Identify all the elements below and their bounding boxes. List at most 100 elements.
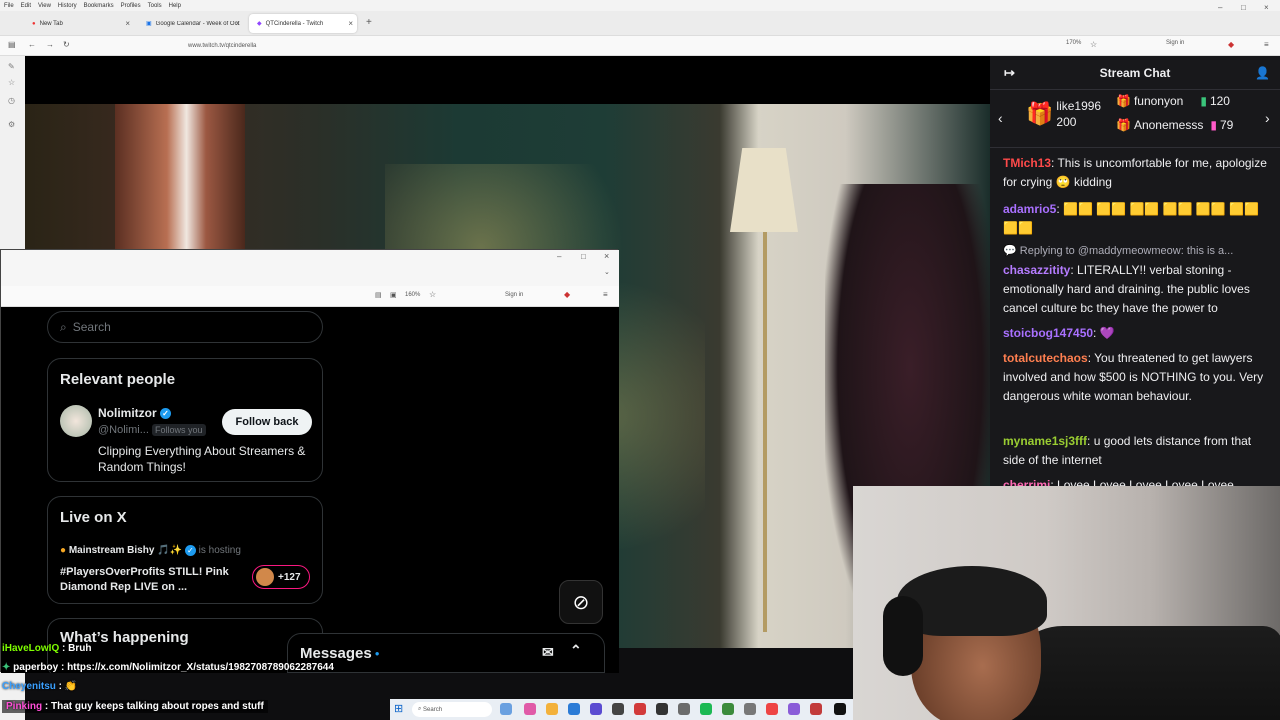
new-message-icon[interactable]: ✉ bbox=[542, 644, 554, 661]
live-headline[interactable]: #PlayersOverProfits STILL! Pink Diamond … bbox=[60, 565, 230, 595]
browser-menubar: File Edit View History Bookmarks Profile… bbox=[0, 0, 1280, 11]
app-icon[interactable] bbox=[810, 703, 822, 715]
app-icon[interactable] bbox=[590, 703, 602, 715]
menu-icon[interactable]: ≡ bbox=[1264, 40, 1269, 49]
chat-username[interactable]: totalcutechaos bbox=[1003, 351, 1088, 365]
chat-username[interactable]: stoicbog147450 bbox=[1003, 326, 1093, 340]
chat-username[interactable]: cherrimi bbox=[1003, 478, 1050, 486]
host-name: Mainstream Bishy 🎵✨ bbox=[68, 545, 183, 557]
menu-file[interactable]: File bbox=[4, 3, 14, 9]
grok-icon[interactable]: ⊘ bbox=[559, 580, 603, 624]
overlay-text: That guy keeps talking about ropes and s… bbox=[51, 701, 264, 712]
app-icon[interactable] bbox=[500, 703, 512, 715]
url-bar[interactable]: www.twitch.tv/qtcinderella bbox=[134, 39, 1102, 53]
gift-icon: ▮ bbox=[1210, 118, 1217, 132]
app-icon[interactable] bbox=[678, 703, 690, 715]
x-window-titlebar: – □ × ⌄ bbox=[1, 250, 619, 286]
app-icon[interactable] bbox=[546, 703, 558, 715]
app-icon[interactable] bbox=[834, 703, 846, 715]
twitch-icon: ◆ bbox=[257, 21, 262, 27]
app-icon[interactable] bbox=[766, 703, 778, 715]
profile-name-row[interactable]: Nolimitzor ✓ bbox=[98, 406, 172, 420]
chat-message: myname1sj3fff: u good lets distance from… bbox=[1003, 434, 1252, 467]
sign-in-link[interactable]: Sign in bbox=[505, 292, 523, 298]
sign-in-link[interactable]: Sign in bbox=[1166, 40, 1184, 46]
x-page: ⌕ Search Relevant people Nolimitzor ✓ @N… bbox=[1, 307, 619, 673]
calendar-icon: ▣ bbox=[146, 21, 152, 27]
app-icon[interactable] bbox=[722, 703, 734, 715]
menu-icon[interactable]: ≡ bbox=[603, 290, 608, 299]
bookmark-star-icon[interactable]: ☆ bbox=[1090, 40, 1097, 49]
window-close-icon[interactable]: × bbox=[604, 251, 609, 261]
reader-icon[interactable]: ▤ bbox=[375, 291, 382, 299]
close-icon[interactable]: × bbox=[348, 19, 353, 28]
taskbar-search[interactable]: ⌕ Search bbox=[412, 702, 492, 717]
tab-new-tab[interactable]: ● New Tab × bbox=[24, 14, 134, 33]
follows-you-badge: Follows you bbox=[151, 424, 206, 436]
menu-tools[interactable]: Tools bbox=[148, 3, 162, 9]
menu-bookmarks[interactable]: Bookmarks bbox=[84, 3, 114, 9]
back-icon[interactable]: ← bbox=[28, 40, 36, 49]
maximize-icon[interactable]: □ bbox=[581, 252, 586, 261]
menu-edit[interactable]: Edit bbox=[21, 3, 31, 9]
messages-drawer[interactable]: Messages ● ✉ ⌃ bbox=[287, 633, 605, 673]
chevron-right-icon[interactable]: › bbox=[1265, 110, 1270, 126]
users-icon[interactable]: 👤 bbox=[1255, 66, 1270, 80]
live-host-row[interactable]: ● Mainstream Bishy 🎵✨ ✓ is hosting bbox=[60, 545, 241, 556]
sidebar-toggle-icon[interactable]: ▤ bbox=[8, 40, 16, 49]
extension-icon[interactable]: ◆ bbox=[1228, 40, 1234, 49]
app-icon[interactable] bbox=[744, 703, 756, 715]
new-tab-icon[interactable]: + bbox=[366, 17, 372, 28]
app-icon[interactable] bbox=[634, 703, 646, 715]
relevant-people-card: Relevant people Nolimitzor ✓ @Nolimi... … bbox=[47, 358, 323, 482]
close-icon[interactable]: × bbox=[125, 19, 130, 28]
maximize-icon[interactable]: □ bbox=[1241, 3, 1246, 12]
listener-avatar bbox=[256, 568, 274, 586]
app-icon[interactable] bbox=[788, 703, 800, 715]
verified-badge-icon: ✓ bbox=[160, 408, 172, 420]
close-icon[interactable]: × bbox=[235, 19, 240, 28]
sidebar-bookmark-icon[interactable]: ☆ bbox=[8, 78, 15, 87]
extension-icon[interactable]: ◆ bbox=[564, 290, 570, 299]
zoom-level[interactable]: 160% bbox=[405, 292, 420, 298]
start-icon[interactable]: ⊞ bbox=[394, 702, 403, 715]
edge-icon[interactable] bbox=[568, 703, 580, 715]
minimize-icon[interactable]: – bbox=[1218, 3, 1222, 12]
spotify-icon[interactable] bbox=[700, 703, 712, 715]
app-icon[interactable] bbox=[524, 703, 536, 715]
reload-icon[interactable]: ↻ bbox=[63, 40, 70, 49]
unread-dot-icon: ● bbox=[374, 648, 380, 658]
live-listeners-badge[interactable]: +127 bbox=[252, 565, 310, 589]
chat-username[interactable]: chasazzitity bbox=[1003, 263, 1070, 277]
menu-view[interactable]: View bbox=[38, 3, 51, 9]
profile-handle: @Nolimi... bbox=[98, 424, 149, 436]
chat-username[interactable]: TMich13 bbox=[1003, 156, 1051, 170]
window-close-icon[interactable]: × bbox=[1264, 3, 1269, 12]
screenshot-icon[interactable]: ▣ bbox=[390, 291, 397, 299]
follow-back-button[interactable]: Follow back bbox=[222, 409, 312, 435]
sidebar-settings-icon[interactable]: ⚙ bbox=[8, 120, 15, 129]
zoom-level[interactable]: 170% bbox=[1066, 40, 1081, 46]
bookmark-star-icon[interactable]: ☆ bbox=[429, 290, 436, 299]
app-icon[interactable] bbox=[656, 703, 668, 715]
collapse-chat-icon[interactable]: ↦ bbox=[1004, 65, 1015, 81]
url-text: www.twitch.tv/qtcinderella bbox=[188, 43, 257, 49]
app-icon[interactable] bbox=[612, 703, 624, 715]
chat-username[interactable]: myname1sj3fff bbox=[1003, 434, 1087, 448]
chevron-up-icon[interactable]: ⌃ bbox=[570, 642, 582, 659]
menu-profiles[interactable]: Profiles bbox=[121, 3, 141, 9]
chat-username[interactable]: adamrio5 bbox=[1003, 202, 1056, 216]
sidebar-tool-icon[interactable]: ✎ bbox=[8, 62, 15, 71]
menu-history[interactable]: History bbox=[58, 3, 77, 9]
chevron-down-icon[interactable]: ⌄ bbox=[604, 268, 610, 276]
menu-help[interactable]: Help bbox=[169, 3, 181, 9]
overlay-chat-line: iHaveLowIQ : Bruh bbox=[2, 643, 92, 654]
sidebar-history-icon[interactable]: ◷ bbox=[8, 96, 15, 105]
tab-google-calendar[interactable]: ▣ Google Calendar - Week of Oct × bbox=[138, 14, 244, 33]
avatar[interactable] bbox=[60, 405, 92, 437]
search-input[interactable]: ⌕ Search bbox=[47, 311, 323, 343]
chevron-left-icon[interactable]: ‹ bbox=[998, 110, 1003, 126]
forward-icon[interactable]: → bbox=[46, 40, 54, 49]
tab-twitch[interactable]: ◆ QTCinderella - Twitch × bbox=[249, 14, 357, 33]
minimize-icon[interactable]: – bbox=[557, 252, 561, 261]
